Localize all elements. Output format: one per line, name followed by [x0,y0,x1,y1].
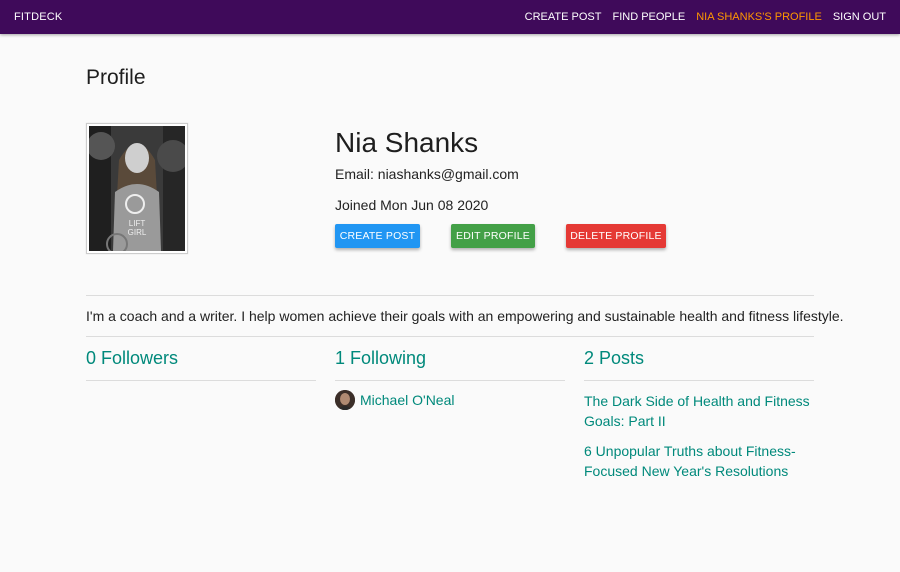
posts-divider [584,380,814,381]
profile-name: Nia Shanks [335,127,479,158]
svg-text:LIFT: LIFT [129,219,146,228]
profile-email: Email: niashanks@gmail.com [335,166,519,182]
page-title: Profile [86,66,146,89]
bio-top-divider [86,295,814,296]
delete-profile-button[interactable]: DELETE PROFILE [566,224,666,248]
profile-photo: LIFT GIRL [89,126,185,251]
create-post-button[interactable]: CREATE POST [335,224,420,248]
post-link[interactable]: 6 Unpopular Truths about Fitness-Focused… [584,441,814,481]
followers-title: 0 Followers [86,348,179,368]
following-item[interactable]: Michael O'Neal [335,390,455,410]
nav-links: CREATE POST FIND PEOPLE NIA SHANKS'S PRO… [525,11,886,23]
profile-photo-frame: LIFT GIRL [86,123,188,254]
profile-joined-date: Joined Mon Jun 08 2020 [335,197,489,213]
following-name[interactable]: Michael O'Neal [360,392,455,408]
post-link[interactable]: The Dark Side of Health and Fitness Goal… [584,391,814,431]
followers-divider [86,380,316,381]
brand-logo[interactable]: FITDECK [14,11,62,23]
nav-sign-out[interactable]: SIGN OUT [833,11,886,23]
profile-bio: I'm a coach and a writer. I help women a… [86,308,844,324]
nav-create-post[interactable]: CREATE POST [525,11,602,23]
bio-bottom-divider [86,336,814,337]
avatar [335,390,355,410]
following-title: 1 Following [335,348,427,368]
svg-text:GIRL: GIRL [128,228,147,237]
profile-photo-image: LIFT GIRL [89,126,185,251]
navbar: FITDECK CREATE POST FIND PEOPLE NIA SHAN… [0,0,900,34]
following-divider [335,380,565,381]
edit-profile-button[interactable]: EDIT PROFILE [451,224,535,248]
posts-title: 2 Posts [584,348,645,368]
nav-find-people[interactable]: FIND PEOPLE [612,11,685,23]
avatar-image [335,390,355,410]
nav-my-profile[interactable]: NIA SHANKS'S PROFILE [696,11,822,23]
